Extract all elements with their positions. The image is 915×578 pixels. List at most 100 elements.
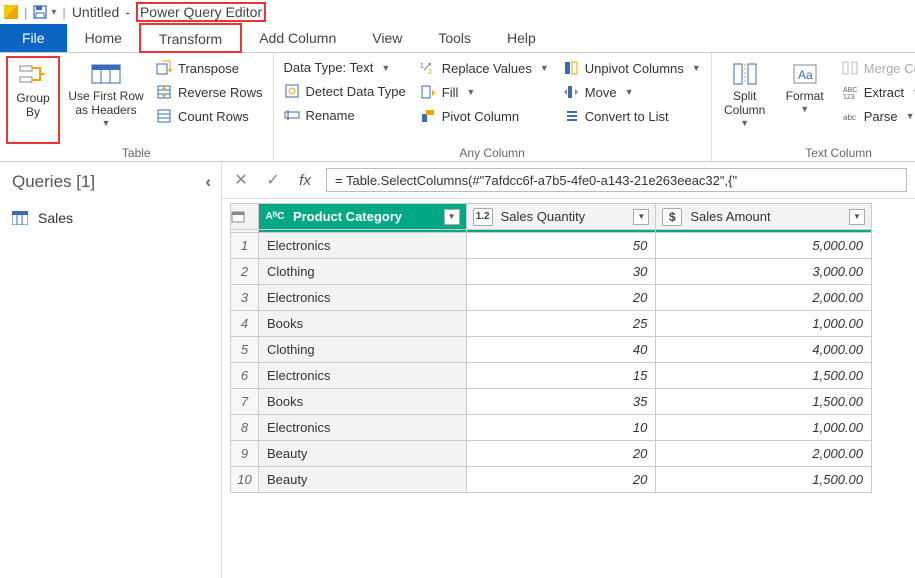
group-by-button[interactable]: Group By <box>6 56 60 144</box>
query-item-sales[interactable]: Sales <box>0 202 221 234</box>
column-header-sales-quantity[interactable]: 1.2 Sales Quantity ▼ <box>466 204 656 230</box>
commit-formula-button[interactable]: ✓ <box>262 169 284 191</box>
number-type-icon: 1.2 <box>473 208 493 226</box>
table-row[interactable]: 1Electronics505,000.00 <box>231 233 872 259</box>
column-header-sales-amount[interactable]: $ Sales Amount ▼ <box>656 204 872 230</box>
table-row[interactable]: 5Clothing404,000.00 <box>231 337 872 363</box>
cell-sales-quantity[interactable]: 40 <box>466 337 656 363</box>
cell-product-category[interactable]: Electronics <box>258 233 466 259</box>
tab-view[interactable]: View <box>354 24 420 52</box>
group-by-icon <box>17 62 49 90</box>
cell-sales-quantity[interactable]: 20 <box>466 441 656 467</box>
data-type-button[interactable]: Data Type: Text▼ <box>280 58 410 77</box>
cell-sales-amount[interactable]: 1,000.00 <box>656 415 872 441</box>
table-row[interactable]: 7Books351,500.00 <box>231 389 872 415</box>
cell-sales-amount[interactable]: 1,500.00 <box>656 467 872 493</box>
svg-text:123: 123 <box>843 94 855 100</box>
extract-button[interactable]: ABC123 Extract▼ <box>838 82 915 102</box>
cell-sales-amount[interactable]: 1,500.00 <box>656 389 872 415</box>
table-headers-icon <box>90 60 122 88</box>
tab-tools[interactable]: Tools <box>420 24 489 52</box>
document-title: Untitled <box>72 4 119 20</box>
svg-text:abc: abc <box>843 113 856 122</box>
cell-sales-amount[interactable]: 1,500.00 <box>656 363 872 389</box>
cell-sales-amount[interactable]: 2,000.00 <box>656 285 872 311</box>
table-row[interactable]: 10Beauty201,500.00 <box>231 467 872 493</box>
parse-button[interactable]: abc Parse▼ <box>838 106 915 126</box>
count-rows-button[interactable]: Count Rows <box>152 106 267 126</box>
table-row[interactable]: 3Electronics202,000.00 <box>231 285 872 311</box>
format-button[interactable]: Aa Format ▼ <box>778 56 832 144</box>
tab-add-column[interactable]: Add Column <box>241 24 354 52</box>
tab-home[interactable]: Home <box>67 24 140 52</box>
cell-sales-amount[interactable]: 4,000.00 <box>656 337 872 363</box>
save-icon[interactable] <box>33 5 47 19</box>
row-number: 5 <box>231 337 259 363</box>
column-header-product-category[interactable]: AᴮC Product Category ▼ <box>258 204 466 230</box>
cell-product-category[interactable]: Electronics <box>258 415 466 441</box>
column-filter-button[interactable]: ▼ <box>849 209 865 225</box>
cancel-formula-button[interactable]: ✕ <box>230 169 252 191</box>
row-number: 7 <box>231 389 259 415</box>
transpose-button[interactable]: Transpose <box>152 58 267 78</box>
transpose-icon <box>156 60 172 76</box>
count-rows-icon <box>156 108 172 124</box>
cell-sales-quantity[interactable]: 50 <box>466 233 656 259</box>
tab-transform[interactable]: Transform <box>140 24 241 52</box>
tab-file[interactable]: File <box>0 24 67 52</box>
table-row[interactable]: 6Electronics151,500.00 <box>231 363 872 389</box>
column-filter-button[interactable]: ▼ <box>633 209 649 225</box>
cell-product-category[interactable]: Books <box>258 389 466 415</box>
formula-input[interactable] <box>326 168 907 192</box>
data-grid[interactable]: AᴮC Product Category ▼ 1.2 Sales Quantit… <box>222 199 915 578</box>
reverse-rows-button[interactable]: Reverse Rows <box>152 82 267 102</box>
svg-text:ABC: ABC <box>843 87 857 94</box>
rename-button[interactable]: Rename <box>280 105 410 125</box>
select-all-corner[interactable] <box>231 204 259 230</box>
formula-bar: ✕ ✓ fx <box>222 162 915 199</box>
move-button[interactable]: Move▼ <box>559 82 705 102</box>
cell-sales-quantity[interactable]: 35 <box>466 389 656 415</box>
replace-values-button[interactable]: 12 Replace Values▼ <box>416 58 553 78</box>
cell-product-category[interactable]: Books <box>258 311 466 337</box>
convert-to-list-button[interactable]: Convert to List <box>559 106 705 126</box>
cell-sales-amount[interactable]: 2,000.00 <box>656 441 872 467</box>
cell-product-category[interactable]: Electronics <box>258 285 466 311</box>
collapse-queries-button[interactable]: ‹ <box>205 172 211 192</box>
cell-product-category[interactable]: Clothing <box>258 259 466 285</box>
detect-data-type-button[interactable]: Detect Data Type <box>280 81 410 101</box>
use-first-row-as-headers-button[interactable]: Use First Row as Headers ▼ <box>66 56 146 144</box>
column-filter-button[interactable]: ▼ <box>444 209 460 225</box>
fill-button[interactable]: Fill▼ <box>416 82 553 102</box>
split-column-button[interactable]: Split Column ▼ <box>718 56 772 144</box>
cell-product-category[interactable]: Beauty <box>258 441 466 467</box>
pivot-icon <box>420 108 436 124</box>
cell-product-category[interactable]: Electronics <box>258 363 466 389</box>
cell-product-category[interactable]: Beauty <box>258 467 466 493</box>
table-row[interactable]: 4Books251,000.00 <box>231 311 872 337</box>
cell-sales-quantity[interactable]: 25 <box>466 311 656 337</box>
query-name: Sales <box>38 210 73 226</box>
cell-sales-quantity[interactable]: 15 <box>466 363 656 389</box>
cell-sales-quantity[interactable]: 30 <box>466 259 656 285</box>
cell-sales-quantity[interactable]: 20 <box>466 467 656 493</box>
cell-sales-amount[interactable]: 5,000.00 <box>656 233 872 259</box>
replace-icon: 12 <box>420 60 436 76</box>
cell-sales-quantity[interactable]: 10 <box>466 415 656 441</box>
table-row[interactable]: 9Beauty202,000.00 <box>231 441 872 467</box>
content-area: ✕ ✓ fx AᴮC Product Category <box>222 162 915 578</box>
table-row[interactable]: 8Electronics101,000.00 <box>231 415 872 441</box>
tab-help[interactable]: Help <box>489 24 554 52</box>
cell-product-category[interactable]: Clothing <box>258 337 466 363</box>
cell-sales-amount[interactable]: 3,000.00 <box>656 259 872 285</box>
unpivot-columns-button[interactable]: Unpivot Columns▼ <box>559 58 705 78</box>
cell-sales-quantity[interactable]: 20 <box>466 285 656 311</box>
merge-columns-button[interactable]: Merge Columns <box>838 58 915 78</box>
chevron-down-icon: ▼ <box>102 118 111 128</box>
pivot-column-button[interactable]: Pivot Column <box>416 106 553 126</box>
queries-pane: Queries [1] ‹ Sales <box>0 162 222 578</box>
extract-icon: ABC123 <box>842 84 858 100</box>
table-row[interactable]: 2Clothing303,000.00 <box>231 259 872 285</box>
cell-sales-amount[interactable]: 1,000.00 <box>656 311 872 337</box>
qat-dropdown[interactable]: ▾ <box>51 7 56 18</box>
